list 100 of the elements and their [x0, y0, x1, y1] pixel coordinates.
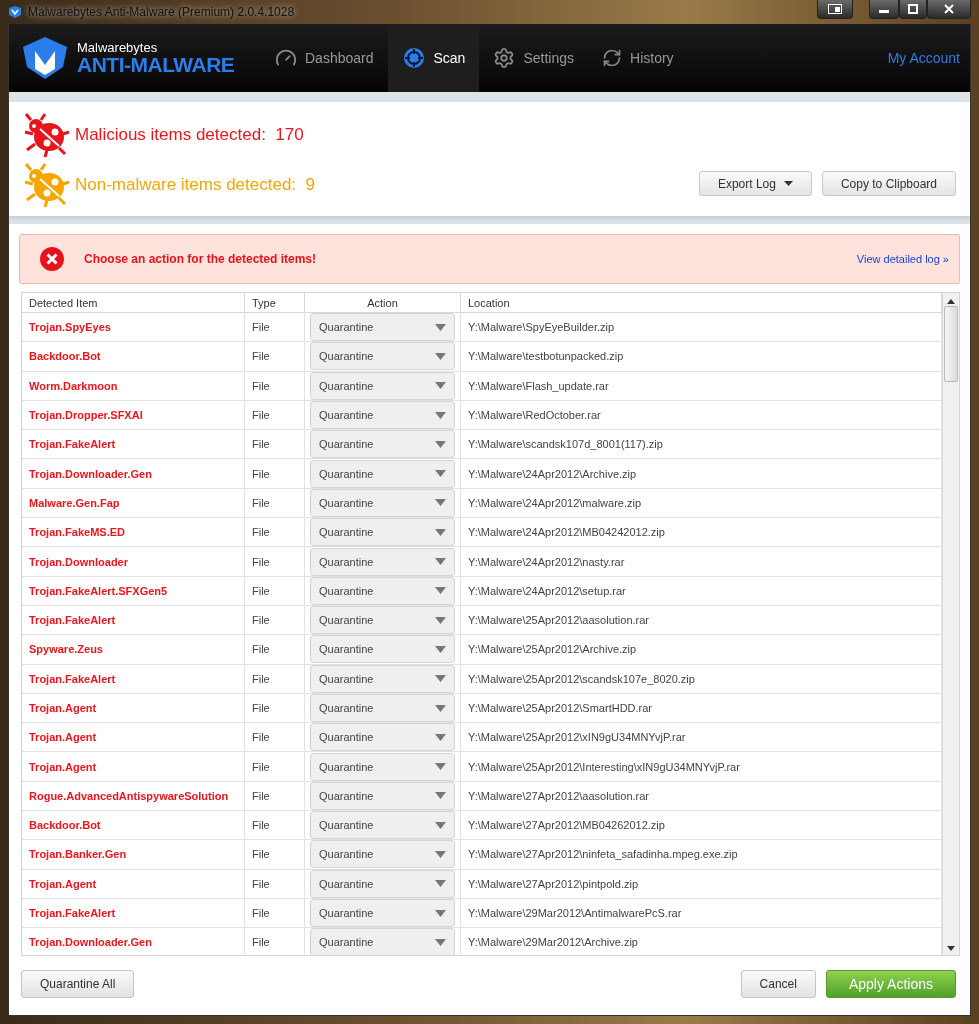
action-button[interactable]: Quarantine All [21, 970, 135, 998]
table-cell: Y:\Malware\25Apr2012\Archive.zip [461, 635, 942, 665]
account-link[interactable]: My Account [887, 50, 960, 66]
action-dropdown[interactable]: Quarantine [310, 430, 455, 459]
gear-icon [493, 47, 516, 69]
column-header[interactable]: Detected Item [22, 293, 245, 313]
table-cell: File [245, 811, 305, 841]
dropdown-arrow-icon [435, 704, 446, 712]
column-header[interactable]: Action [305, 293, 461, 313]
maximize-button[interactable] [899, 0, 927, 19]
dropdown-arrow-icon [435, 470, 446, 478]
scrollbar[interactable] [942, 293, 959, 955]
table-cell: Y:\Malware\27Apr2012\pintpold.zip [461, 869, 942, 899]
action-dropdown[interactable]: Quarantine [310, 664, 455, 693]
action-dropdown[interactable]: Quarantine [310, 606, 455, 635]
column-header[interactable]: Type [245, 293, 305, 313]
tab-label: History [630, 50, 674, 66]
table-cell: Trojan.Downloader [22, 547, 245, 577]
table-cell: File [245, 840, 305, 870]
table-cell: Y:\Malware\24Apr2012\MB04242012.zip [461, 518, 942, 548]
action-dropdown[interactable]: Quarantine [310, 518, 455, 547]
table-cell: Y:\Malware\24Apr2012\setup.rar [461, 576, 942, 606]
tab-label: Settings [523, 50, 574, 66]
dropdown-arrow-icon [435, 528, 446, 536]
action-dropdown[interactable]: Quarantine [310, 342, 455, 371]
table-cell: Y:\Malware\25Apr2012\SmartHDD.rar [461, 693, 942, 724]
table-cell: File [245, 635, 305, 665]
table-cell: File [245, 752, 305, 782]
action-dropdown[interactable]: Quarantine [310, 635, 455, 664]
table-cell: Y:\Malware\24Apr2012\Archive.zip [461, 459, 942, 489]
table-cell: File [245, 371, 305, 401]
table-cell: Y:\Malware\27Apr2012\MB04262012.zip [461, 811, 942, 841]
dropdown-arrow-icon [435, 792, 446, 800]
export-log-button[interactable]: Export Log [698, 171, 812, 196]
nav-tab[interactable]: Dashboard [261, 24, 388, 92]
table-cell: Trojan.FakeAlert.SFXGen5 [22, 576, 245, 606]
action-button[interactable]: Cancel [740, 970, 816, 998]
action-dropdown[interactable]: Quarantine [310, 723, 455, 752]
close-icon [944, 4, 954, 14]
detection-count: Non-malware items detected: 9 [75, 175, 315, 195]
dropdown-arrow-icon [435, 382, 446, 390]
refresh-icon [602, 48, 622, 68]
table-cell: Y:\Malware\Flash_update.rar [461, 371, 942, 401]
table-cell: File [245, 576, 305, 606]
action-dropdown[interactable]: Quarantine [310, 752, 455, 781]
table-cell: File [245, 781, 305, 812]
minimize-button[interactable] [869, 0, 899, 19]
action-dropdown[interactable]: Quarantine [310, 811, 455, 840]
table-cell: Trojan.Agent [22, 869, 245, 899]
action-dropdown[interactable]: Quarantine [310, 576, 455, 605]
dropdown-arrow-icon [435, 675, 446, 683]
error-icon [40, 247, 64, 271]
scan-icon [401, 46, 426, 70]
dropdown-arrow-icon [435, 352, 446, 360]
table-cell: Rogue.AdvancedAntispywareSolution [22, 781, 245, 812]
action-dropdown[interactable]: Quarantine [310, 694, 455, 722]
action-dropdown[interactable]: Quarantine [310, 547, 455, 576]
app-icon [8, 5, 22, 19]
window-icon [828, 4, 842, 14]
action-dropdown[interactable]: Quarantine [310, 371, 455, 400]
table-cell: Y:\Malware\27Apr2012\ninfeta_safadinha.mpeg.exe.zip [461, 840, 942, 870]
table-cell: Trojan.Agent [22, 752, 245, 782]
action-dropdown[interactable]: Quarantine [310, 781, 455, 810]
detailed-log-link[interactable]: View detailed log » [856, 253, 949, 265]
table-cell: Y:\Malware\RedOctober.rar [461, 400, 942, 431]
nav-tab[interactable]: Settings [479, 24, 588, 92]
close-button[interactable] [927, 0, 971, 19]
dropdown-arrow-icon [435, 763, 446, 771]
table-cell: Y:\Malware\27Apr2012\aasolution.rar [461, 781, 942, 812]
alert-message: Choose an action for the detected items! [84, 252, 318, 266]
action-dropdown[interactable]: Quarantine [310, 313, 455, 342]
dropdown-arrow-icon [435, 411, 446, 419]
action-dropdown[interactable]: Quarantine [310, 869, 455, 898]
table-cell: File [245, 723, 305, 753]
dropdown-arrow-icon [435, 938, 446, 946]
action-dropdown[interactable]: Quarantine [310, 401, 455, 430]
ladybug-icon [23, 162, 71, 208]
action-dropdown[interactable]: Quarantine [310, 899, 455, 928]
maximize-icon [908, 4, 918, 14]
table-cell: Trojan.FakeAlert [22, 664, 245, 694]
action-dropdown[interactable]: Quarantine [310, 459, 455, 488]
column-header[interactable]: Location [461, 293, 942, 313]
table-cell: Trojan.SpyEyes [22, 313, 245, 343]
copy-button[interactable]: Copy to Clipboard [821, 171, 956, 196]
table-cell: Trojan.Agent [22, 693, 245, 724]
table-cell: Worm.Darkmoon [22, 371, 245, 401]
action-dropdown[interactable]: Quarantine [310, 840, 455, 869]
action-dropdown[interactable]: Quarantine [310, 928, 455, 955]
dropdown-arrow-icon [435, 645, 446, 653]
table-cell: File [245, 898, 305, 929]
scroll-down-icon [947, 946, 955, 951]
dropdown-arrow-icon [435, 909, 446, 917]
action-dropdown[interactable]: Quarantine [310, 488, 455, 517]
table-cell: File [245, 400, 305, 431]
dropdown-arrow-icon [435, 587, 446, 595]
table-cell: Trojan.FakeMS.ED [22, 518, 245, 548]
dropdown-arrow-icon [435, 880, 446, 888]
nav-tab[interactable]: History [588, 24, 688, 92]
snap-button[interactable] [817, 0, 853, 19]
scroll-thumb[interactable] [944, 306, 958, 382]
